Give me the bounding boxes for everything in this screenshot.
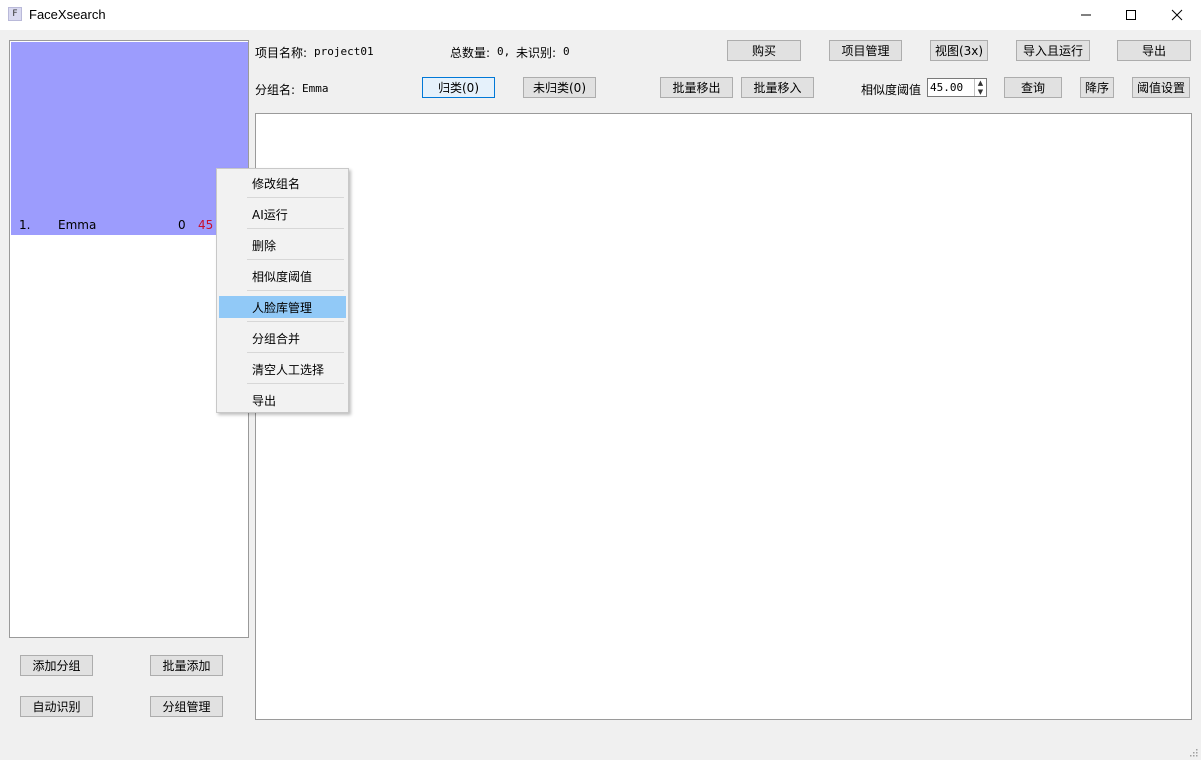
minimize-button[interactable] <box>1063 0 1109 30</box>
classified-button[interactable]: 归类(0) <box>422 77 495 98</box>
minimize-icon <box>1081 14 1091 16</box>
project-manage-button[interactable]: 项目管理 <box>829 40 902 61</box>
spin-up-icon[interactable]: ▲ <box>975 79 986 87</box>
buy-button[interactable]: 购买 <box>727 40 801 61</box>
similarity-threshold-label: 相似度阈值 <box>861 83 922 97</box>
group-list[interactable]: 1. Emma 0 45 <box>9 40 249 638</box>
batch-add-button[interactable]: 批量添加 <box>150 655 223 676</box>
menu-separator <box>247 197 344 198</box>
group-name-label: 分组名: <box>255 83 296 97</box>
menu-separator <box>247 352 344 353</box>
spin-down-icon[interactable]: ▼ <box>975 88 986 96</box>
project-name-label: 项目名称: <box>255 46 308 60</box>
app-icon: F <box>8 7 22 21</box>
menu-separator <box>247 228 344 229</box>
menu-item-clear-manual-selection[interactable]: 清空人工选择 <box>219 358 346 380</box>
query-button[interactable]: 查询 <box>1004 77 1062 98</box>
group-index: 1. <box>19 218 31 232</box>
close-icon <box>1171 9 1183 21</box>
window-title: FaceXsearch <box>29 7 106 22</box>
group-unidentified-count: 45 <box>198 218 214 232</box>
unrecognized-value: 0 <box>563 45 570 58</box>
close-button[interactable] <box>1154 0 1200 30</box>
import-run-button[interactable]: 导入且运行 <box>1016 40 1090 61</box>
batch-move-out-button[interactable]: 批量移出 <box>660 77 733 98</box>
maximize-button[interactable] <box>1108 0 1154 30</box>
unclassified-button[interactable]: 未归类(0) <box>523 77 596 98</box>
group-item-emma[interactable]: 1. Emma 0 45 <box>11 42 248 235</box>
total-count-value: 0, <box>497 45 511 58</box>
threshold-settings-button[interactable]: 阈值设置 <box>1132 77 1190 98</box>
similarity-threshold-value[interactable]: 45.00 <box>930 81 963 94</box>
resize-grip-icon[interactable] <box>1188 746 1198 757</box>
spin-arrows[interactable]: ▲ ▼ <box>974 79 986 96</box>
menu-separator <box>247 290 344 291</box>
similarity-threshold-spinbox[interactable]: 45.00 ▲ ▼ <box>927 78 987 97</box>
menu-separator <box>247 383 344 384</box>
menu-item-delete[interactable]: 删除 <box>219 234 346 256</box>
title-bar: F FaceXsearch <box>0 0 1201 30</box>
menu-item-face-library-manage[interactable]: 人脸库管理 <box>219 296 346 318</box>
menu-separator <box>247 259 344 260</box>
menu-item-rename-group[interactable]: 修改组名 <box>219 172 346 194</box>
total-count-label: 总数量: <box>450 46 491 60</box>
unrecognized-label: 未识别: <box>516 46 557 60</box>
group-name: Emma <box>58 218 97 232</box>
menu-item-ai-run[interactable]: AI运行 <box>219 203 346 225</box>
sort-desc-button[interactable]: 降序 <box>1080 77 1114 98</box>
add-group-button[interactable]: 添加分组 <box>20 655 93 676</box>
menu-item-similarity-threshold[interactable]: 相似度阈值 <box>219 265 346 287</box>
export-button[interactable]: 导出 <box>1117 40 1191 61</box>
menu-item-export[interactable]: 导出 <box>219 389 346 411</box>
group-count: 0 <box>178 218 186 232</box>
menu-separator <box>247 321 344 322</box>
maximize-icon <box>1126 10 1136 20</box>
project-name-value: project01 <box>314 45 374 58</box>
batch-move-in-button[interactable]: 批量移入 <box>741 77 814 98</box>
auto-recognize-button[interactable]: 自动识别 <box>20 696 93 717</box>
face-view-panel[interactable] <box>255 113 1192 720</box>
group-context-menu: 修改组名 AI运行 删除 相似度阈值 人脸库管理 分组合并 清空人工选择 导出 <box>216 168 349 413</box>
view-3x-button[interactable]: 视图(3x) <box>930 40 988 61</box>
menu-item-merge-groups[interactable]: 分组合并 <box>219 327 346 349</box>
group-manage-button[interactable]: 分组管理 <box>150 696 223 717</box>
group-name-value: Emma <box>302 82 329 95</box>
